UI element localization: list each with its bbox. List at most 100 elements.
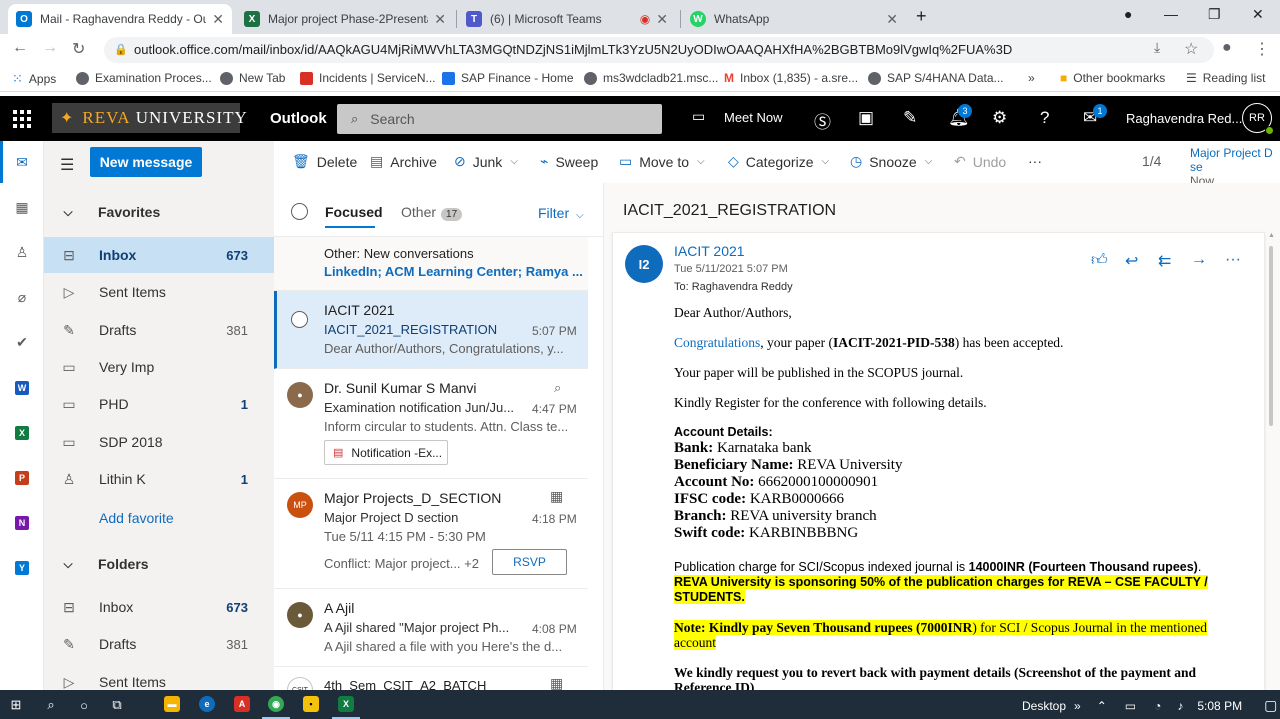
user-name[interactable]: Raghavendra Red... [1126, 111, 1242, 126]
folder-lithin-k[interactable]: ♙ Lithin K 1 [44, 461, 274, 497]
close-window-button[interactable]: ✕ [1252, 6, 1264, 23]
categorize-button[interactable]: ◇ Categorize ⌵ [728, 153, 829, 170]
folder-sdp-2018[interactable]: ▭ SDP 2018 [44, 424, 274, 460]
volume-icon[interactable]: ♪ [1177, 699, 1183, 713]
powerpoint-icon[interactable]: P [15, 471, 29, 485]
undo-button[interactable]: ↶ Undo [954, 153, 1006, 170]
edge-icon[interactable]: e [199, 696, 215, 712]
junk-button[interactable]: ⊘ Junk ⌵ [454, 153, 518, 170]
cortana-icon[interactable]: ○ [74, 695, 94, 715]
battery-icon[interactable]: ▭ [1125, 699, 1136, 713]
excel-icon[interactable]: X [338, 696, 354, 712]
browser-menu-icon[interactable]: ⋮ [1254, 39, 1270, 59]
desktop-toolbar[interactable]: Desktop [1022, 699, 1066, 713]
folder-phd[interactable]: ▭ PHD 1 [44, 386, 274, 422]
reading-list[interactable]: ☰ Reading list [1186, 71, 1265, 85]
video-camera-icon[interactable]: ▭ [692, 108, 705, 125]
bookmark-servicenow[interactable]: Incidents | ServiceN... [300, 71, 436, 85]
yammer-icon[interactable]: Y [15, 561, 29, 575]
bookmark-new-tab[interactable]: New Tab [220, 71, 285, 85]
onenote-icon[interactable]: N [15, 516, 29, 530]
reply-icon[interactable]: ↩ [1125, 251, 1138, 271]
calendar-icon[interactable]: ▦ [13, 199, 31, 217]
delete-button[interactable]: 🗑︎ Delete [292, 153, 357, 170]
more-bookmarks-button[interactable]: » [1028, 71, 1035, 85]
sender-name[interactable]: IACIT 2021 [674, 243, 745, 259]
minimize-button[interactable]: — [1164, 6, 1178, 22]
other-conversations-banner[interactable]: Other: New conversations LinkedIn; ACM L… [274, 237, 588, 291]
bookmark-apps[interactable]: ⁙ Apps [12, 71, 56, 87]
close-tab-icon[interactable]: ✕ [656, 11, 668, 28]
folder-inbox[interactable]: ⊟ Inbox 673 [44, 237, 274, 273]
search-icon[interactable]: ⌕ [41, 695, 61, 715]
bookmark-star-icon[interactable]: ☆ [1184, 39, 1198, 59]
back-icon[interactable]: ← [12, 39, 28, 57]
bookmark-sap-finance[interactable]: SAP Finance - Home [442, 71, 574, 85]
meet-now-button[interactable]: Meet Now [724, 110, 783, 125]
app-launcher-icon[interactable] [13, 110, 31, 128]
new-tab-button[interactable]: + [916, 6, 927, 27]
other-bookmarks[interactable]: ■ Other bookmarks [1060, 71, 1165, 85]
new-message-button[interactable]: New message [90, 147, 202, 177]
favorites-header[interactable]: ⌵ Favorites [44, 194, 274, 230]
congratulations-link[interactable]: Congratulations [674, 335, 760, 350]
sticky-notes-icon[interactable]: ▪ [303, 696, 319, 712]
people-icon[interactable]: ♙ [13, 244, 31, 262]
file-explorer-icon[interactable]: ▬ [164, 696, 180, 712]
bookmark-gmail[interactable]: M Inbox (1,835) - a.sre... [724, 71, 858, 85]
more-actions-button[interactable]: ··· [1028, 153, 1042, 169]
reading-scrollbar[interactable]: ▲ [1267, 232, 1275, 690]
pager[interactable]: 1/4 [1142, 153, 1161, 169]
url-field[interactable]: 🔒 outlook.office.com/mail/inbox/id/AAQkA… [104, 37, 1214, 63]
more-toolbars[interactable]: » [1074, 699, 1081, 713]
folder-inbox-all[interactable]: ⊟ Inbox 673 [44, 589, 274, 625]
archive-button[interactable]: ▤ Archive [370, 153, 437, 170]
office-icon[interactable]: ▣ [858, 108, 874, 128]
acrobat-icon[interactable]: A [234, 696, 250, 712]
gear-icon[interactable]: ⚙ [992, 108, 1007, 128]
chrome-icon[interactable]: ◉ [268, 696, 284, 712]
reload-icon[interactable]: ↻ [72, 39, 85, 59]
bookmark-sap-s4hana[interactable]: SAP S/4HANA Data... [868, 71, 1004, 85]
select-all-checkbox[interactable] [291, 203, 308, 220]
move-to-button[interactable]: ▭ Move to ⌵ [619, 153, 705, 170]
chevron-down-icon[interactable]: ⌵ [925, 156, 933, 167]
tab-whatsapp[interactable]: W WhatsApp ✕ [682, 4, 906, 34]
excel-icon[interactable]: X [15, 426, 29, 440]
notification-center-icon[interactable]: ▢ [1264, 697, 1277, 714]
tab-outlook[interactable]: O Mail - Raghavendra Reddy - Outl ✕ [8, 4, 232, 34]
clock[interactable]: 5:08 PM [1197, 699, 1242, 713]
tab-excel[interactable]: X Major project Phase-2Presentatio ✕ [236, 4, 454, 34]
maximize-button[interactable]: ❐ [1208, 6, 1221, 23]
chevron-down-icon[interactable]: ⌵ [510, 156, 518, 167]
filter-button[interactable]: Filter ⌵ [538, 205, 584, 221]
profile-menu-icon[interactable]: ● [1124, 6, 1132, 22]
task-view-icon[interactable]: ⧉ [107, 695, 127, 715]
message-row[interactable]: MP Major Projects_D_SECTION ▦ Major Proj… [274, 479, 588, 589]
tab-teams[interactable]: T (6) | Microsoft Teams ◉ ✕ [458, 4, 676, 34]
forward-icon[interactable]: → [1191, 251, 1207, 269]
profile-avatar-icon[interactable]: ● [1222, 39, 1232, 57]
chevron-down-icon[interactable]: ⌵ [821, 156, 829, 167]
like-icon[interactable]: 👍︎ [1091, 251, 1108, 270]
mail-icon[interactable]: ✉ [13, 154, 31, 172]
skype-icon[interactable]: Ⓢ [814, 108, 831, 133]
bookmark-examination[interactable]: Examination Proces... [76, 71, 212, 85]
wifi-icon[interactable]: ◔ [1154, 699, 1161, 713]
install-icon[interactable]: ⤓ [1154, 39, 1160, 56]
rsvp-button[interactable]: RSVP [492, 549, 567, 575]
sender-avatar[interactable]: I2 [625, 245, 663, 283]
message-row[interactable]: ● A Ajil A Ajil shared "Major project Ph… [274, 589, 588, 667]
reply-all-icon[interactable]: ⇇ [1158, 251, 1171, 271]
message-row-selected[interactable]: IACIT 2021 IACIT_2021_REGISTRATION 5:07 … [274, 291, 588, 369]
search-box[interactable]: ⌕ Search [337, 104, 662, 134]
bookmark-ms3wdc[interactable]: ms3wdcladb21.msc... [584, 71, 718, 85]
message-row[interactable]: CSIT 4th_Sem_CSIT_A2_BATCH ▦ [274, 667, 588, 690]
folder-sent-items[interactable]: ▷ Sent Items [44, 274, 274, 310]
snooze-button[interactable]: ◷ Snooze ⌵ [850, 153, 932, 170]
folder-drafts-all[interactable]: ✎ Drafts 381 [44, 626, 274, 662]
more-icon[interactable]: ··· [1225, 251, 1241, 269]
close-tab-icon[interactable]: ✕ [212, 11, 224, 28]
chevron-up-icon[interactable]: ⌃ [1097, 699, 1107, 713]
my-day-icon[interactable]: ✎ [903, 108, 917, 128]
